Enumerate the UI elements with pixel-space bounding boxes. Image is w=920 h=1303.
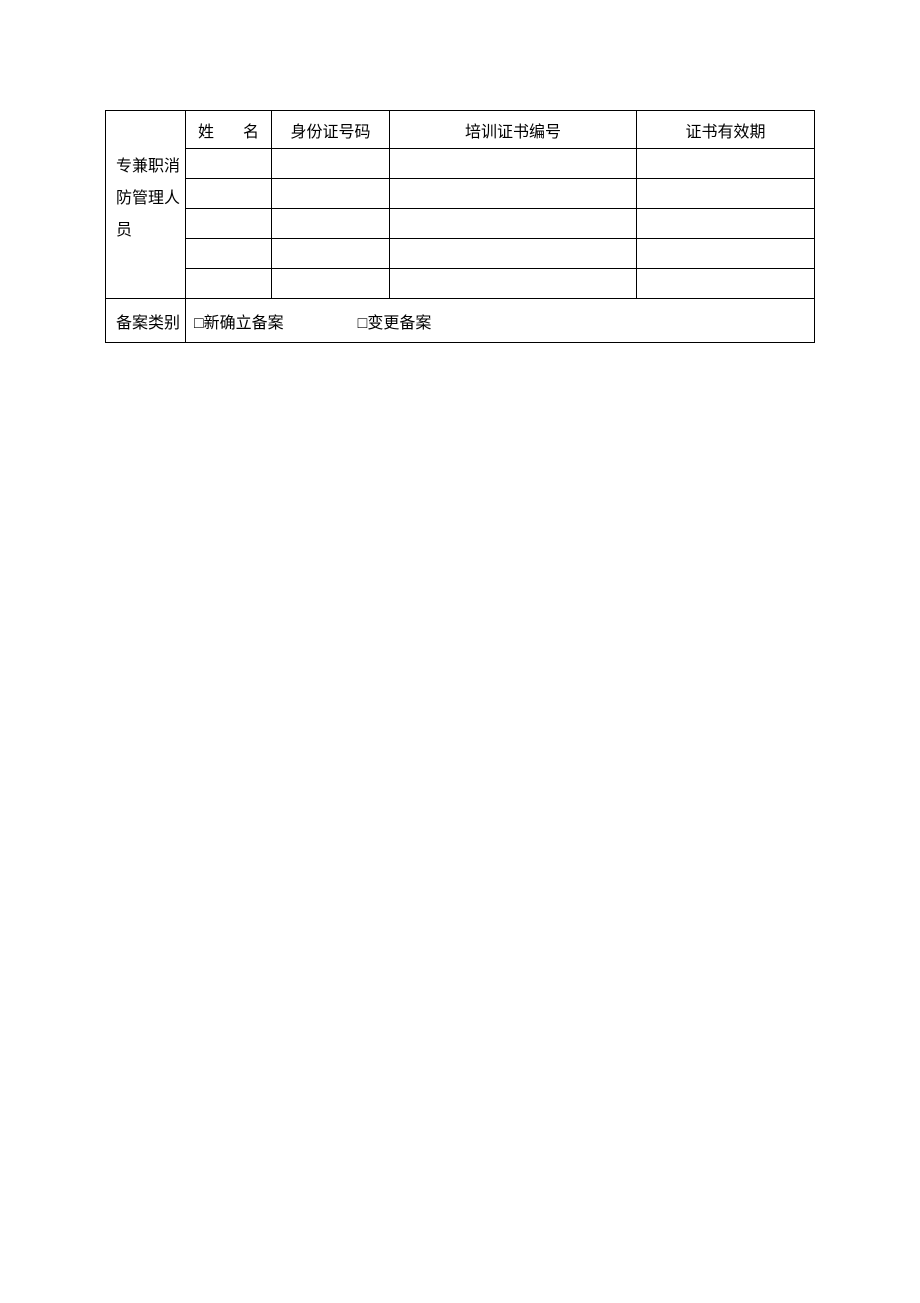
cell-name[interactable] xyxy=(186,149,272,179)
row-label-cell: 专兼职消防管理人员 xyxy=(106,111,186,299)
header-id: 身份证号码 xyxy=(272,111,390,149)
header-row: 专兼职消防管理人员 姓 名 身份证号码 培训证书编号 证书有效期 xyxy=(106,111,815,149)
header-valid: 证书有效期 xyxy=(637,111,815,149)
table-row xyxy=(106,149,815,179)
table-row xyxy=(106,179,815,209)
personnel-table: 专兼职消防管理人员 姓 名 身份证号码 培训证书编号 证书有效期 xyxy=(105,110,815,343)
cell-id[interactable] xyxy=(272,149,390,179)
cell-valid[interactable] xyxy=(637,209,815,239)
cell-valid[interactable] xyxy=(637,149,815,179)
cell-valid[interactable] xyxy=(637,269,815,299)
cell-name[interactable] xyxy=(186,269,272,299)
table-row xyxy=(106,269,815,299)
cell-cert[interactable] xyxy=(390,209,637,239)
cell-cert[interactable] xyxy=(390,179,637,209)
cell-name[interactable] xyxy=(186,209,272,239)
header-name-char2: 名 xyxy=(243,118,259,142)
cell-id[interactable] xyxy=(272,269,390,299)
header-name-char1: 姓 xyxy=(198,118,214,142)
cell-id[interactable] xyxy=(272,209,390,239)
cell-name[interactable] xyxy=(186,179,272,209)
filing-row: 备案类别 □新确立备案 □变更备案 xyxy=(106,299,815,343)
cell-cert[interactable] xyxy=(390,239,637,269)
cell-name[interactable] xyxy=(186,239,272,269)
filing-option-change[interactable]: □变更备案 xyxy=(358,309,432,333)
cell-valid[interactable] xyxy=(637,239,815,269)
cell-cert[interactable] xyxy=(390,269,637,299)
cell-valid[interactable] xyxy=(637,179,815,209)
header-name: 姓 名 xyxy=(186,111,272,149)
filing-option-new[interactable]: □新确立备案 xyxy=(194,309,284,333)
table-row xyxy=(106,239,815,269)
header-cert: 培训证书编号 xyxy=(390,111,637,149)
table-row xyxy=(106,209,815,239)
cell-id[interactable] xyxy=(272,239,390,269)
filing-label-cell: 备案类别 xyxy=(106,299,186,343)
cell-id[interactable] xyxy=(272,179,390,209)
cell-cert[interactable] xyxy=(390,149,637,179)
filing-content-cell: □新确立备案 □变更备案 xyxy=(186,299,815,343)
